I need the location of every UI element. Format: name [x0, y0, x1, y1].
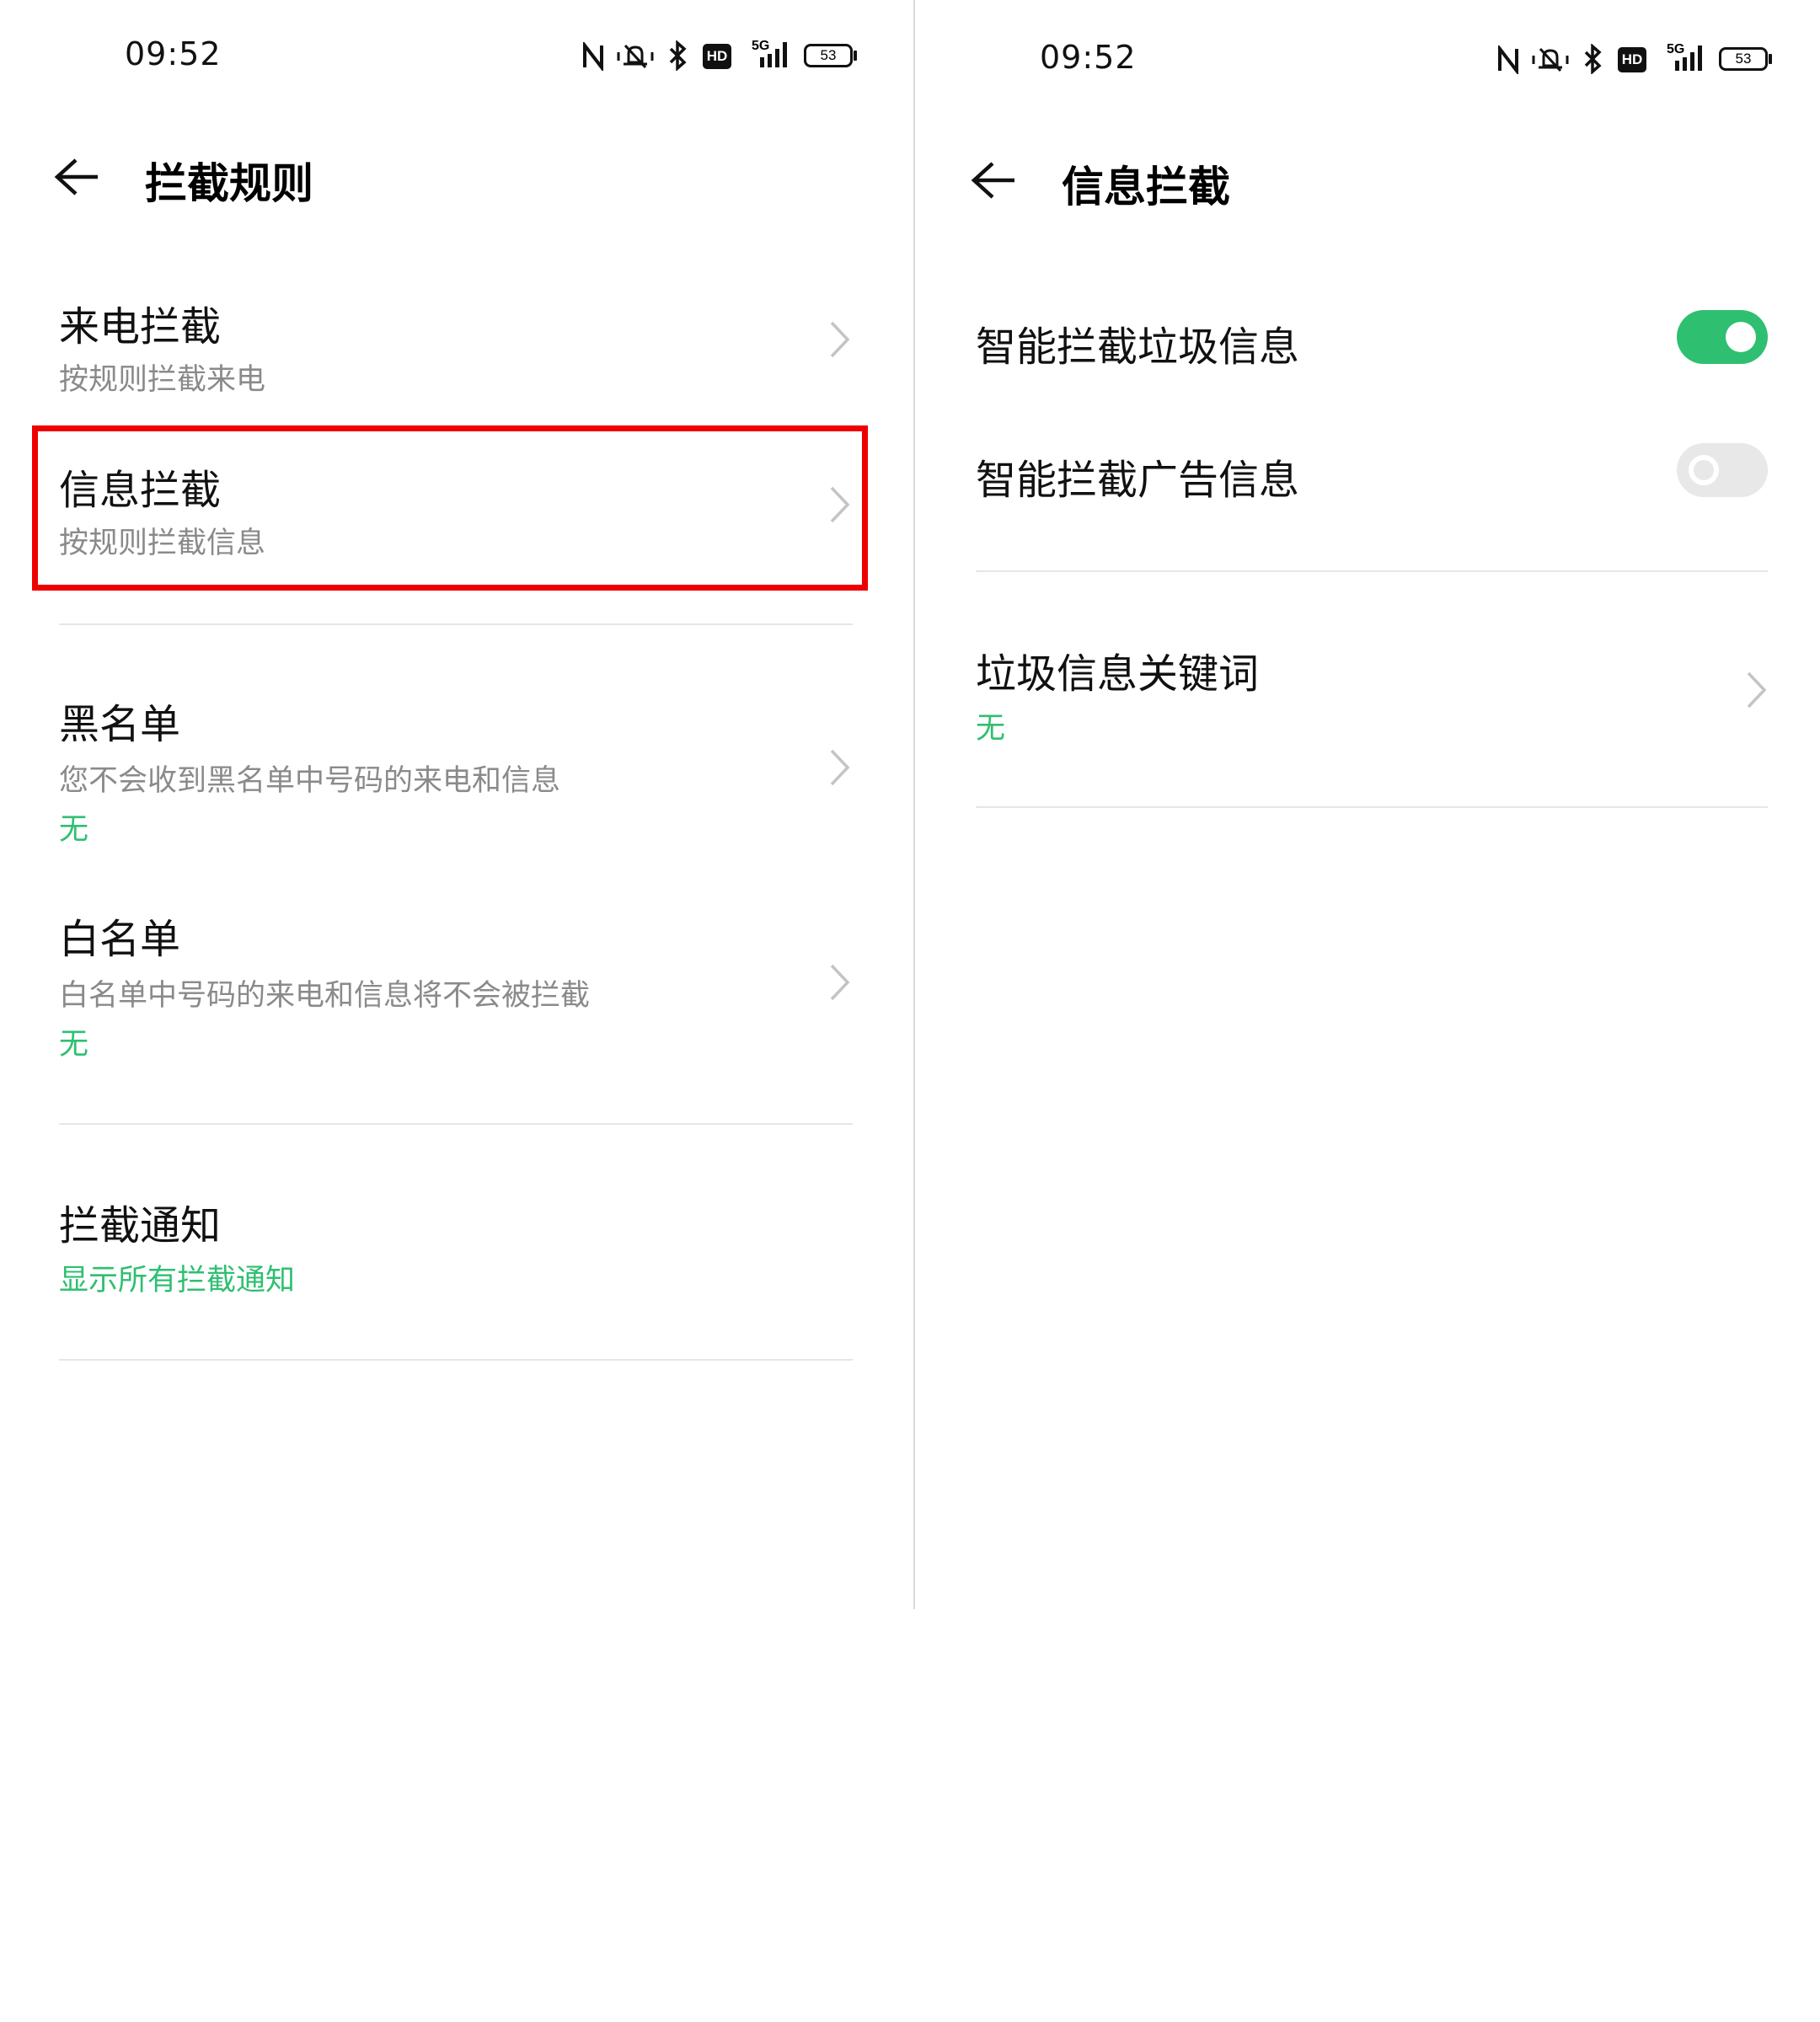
signal-5g-icon: 5G	[1660, 42, 1707, 74]
battery-icon: 53	[804, 44, 853, 67]
toggle-knob	[1689, 455, 1719, 485]
battery-tip	[854, 51, 857, 61]
hd-icon: HD	[1618, 47, 1646, 72]
screen-divider	[913, 0, 915, 1609]
item-subtitle: 按规则拦截来电	[59, 363, 266, 397]
network-type-label: 5G	[752, 39, 770, 53]
list-item-whitelist[interactable]: 白名单 白名单中号码的来电和信息将不会被拦截 无	[34, 889, 868, 1074]
network-type-label: 5G	[1667, 42, 1685, 56]
list-item-call-blocking[interactable]: 来电拦截 按规则拦截来电	[34, 278, 868, 404]
vibrate-icon	[617, 44, 654, 69]
vibrate-icon	[1532, 47, 1569, 72]
divider	[59, 1359, 853, 1361]
screenshot-canvas: 09:52 HD 5G 53 拦截规则 来电拦截 按规则拦截来电 信息拦截 按规…	[0, 0, 1820, 2022]
nfc-icon	[1498, 45, 1518, 74]
toggle-label: 智能拦截广告信息	[976, 457, 1300, 504]
back-arrow-icon[interactable]	[971, 160, 1018, 201]
item-value: 无	[59, 1028, 89, 1062]
battery-icon: 53	[1719, 47, 1768, 71]
item-title: 来电拦截	[59, 303, 222, 350]
nfc-icon	[583, 42, 603, 71]
toggle-label: 智能拦截垃圾信息	[976, 324, 1300, 371]
chevron-right-icon	[1747, 671, 1767, 709]
back-arrow-icon[interactable]	[54, 157, 101, 197]
status-time: 09:52	[125, 35, 222, 72]
battery-level: 53	[1735, 51, 1752, 67]
divider	[976, 570, 1768, 572]
hd-icon: HD	[703, 44, 731, 69]
page-title: 拦截规则	[145, 159, 313, 208]
list-item-block-notification[interactable]: 拦截通知 显示所有拦截通知	[34, 1175, 868, 1310]
chevron-right-icon	[830, 964, 850, 1001]
ad-filter-toggle[interactable]	[1677, 443, 1768, 497]
item-subtitle: 您不会收到黑名单中号码的来电和信息	[59, 764, 561, 798]
status-time: 09:52	[1040, 39, 1137, 76]
divider	[59, 1123, 853, 1125]
item-value: 无	[976, 712, 1006, 746]
chevron-right-icon	[830, 749, 850, 786]
highlight-box	[32, 425, 868, 591]
divider	[976, 806, 1768, 808]
signal-5g-icon: 5G	[745, 39, 792, 71]
item-title: 拦截通知	[59, 1202, 222, 1249]
item-subtitle: 白名单中号码的来电和信息将不会被拦截	[59, 979, 591, 1013]
divider	[59, 623, 853, 625]
bluetooth-icon	[1584, 44, 1602, 74]
spam-filter-toggle[interactable]	[1677, 310, 1768, 364]
toggle-row-ad-filter: 智能拦截广告信息	[976, 428, 1768, 521]
list-item-blacklist[interactable]: 黑名单 您不会收到黑名单中号码的来电和信息 无	[34, 674, 868, 859]
item-title: 黑名单	[59, 701, 181, 748]
battery-level: 53	[820, 47, 837, 63]
item-value: 无	[59, 813, 89, 847]
page-title: 信息拦截	[1062, 163, 1230, 211]
battery-tip	[1769, 54, 1772, 64]
item-title: 垃圾信息关键词	[976, 650, 1260, 698]
chevron-right-icon	[830, 321, 850, 358]
toggle-row-spam-filter: 智能拦截垃圾信息	[976, 295, 1768, 388]
item-value: 显示所有拦截通知	[59, 1264, 296, 1297]
bluetooth-icon	[669, 40, 687, 71]
item-title: 白名单	[59, 916, 181, 963]
list-item-spam-keywords[interactable]: 垃圾信息关键词 无	[976, 623, 1768, 767]
toggle-knob	[1726, 322, 1756, 352]
